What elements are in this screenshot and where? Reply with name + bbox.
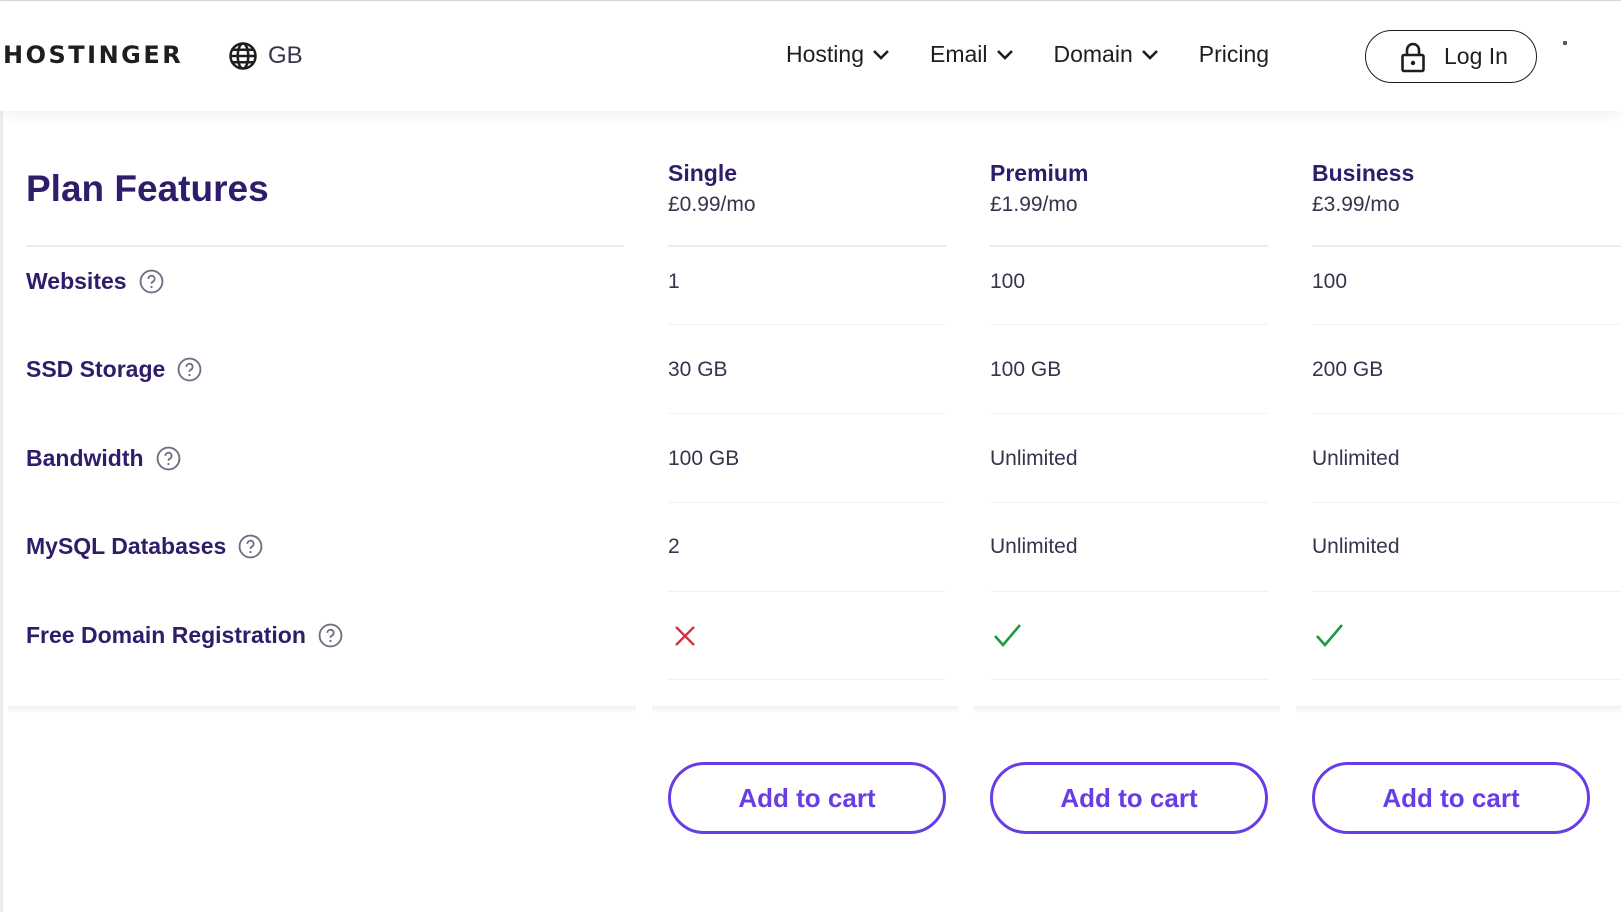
- nav-domain[interactable]: Domain: [1054, 41, 1159, 68]
- row-divider: [668, 591, 946, 592]
- add-to-cart-premium-button[interactable]: Add to cart: [990, 762, 1268, 834]
- nav-hosting-label: Hosting: [786, 41, 864, 67]
- cell-value: 100: [1312, 270, 1348, 293]
- chevron-down-icon: [873, 49, 889, 60]
- row-divider: [990, 502, 1268, 503]
- row-divider: [1312, 591, 1621, 592]
- plan-price: £1.99/mo: [990, 193, 1078, 216]
- login-label: Log In: [1444, 43, 1508, 69]
- hostinger-logo[interactable]: HOSTINGER: [3, 41, 183, 69]
- cell-value: 30 GB: [668, 358, 728, 381]
- chevron-down-icon: [996, 49, 1013, 60]
- row-divider: [990, 324, 1268, 325]
- plan-name: Single: [668, 160, 738, 186]
- nav-email-label: Email: [929, 41, 988, 67]
- footer-separator: [8, 706, 636, 714]
- nav-pricing[interactable]: Pricing: [1199, 41, 1269, 68]
- feature-row-bandwidth: Bandwidth: [26, 445, 181, 472]
- row-divider: [668, 413, 946, 414]
- row-divider: [1312, 679, 1621, 680]
- row-divider: [990, 413, 1268, 414]
- feature-label: Websites: [26, 268, 127, 294]
- check-icon: [994, 624, 1021, 647]
- plan-name: Premium: [990, 160, 1089, 186]
- site-header: HOSTINGER GB Hosting Email Domain Pricin…: [0, 1, 1621, 111]
- cell-value: 200 GB: [1312, 358, 1384, 381]
- add-to-cart-business-button[interactable]: Add to cart: [1312, 762, 1590, 834]
- row-divider: [668, 679, 946, 680]
- plan-header-premium: Premium £1.99/mo: [990, 160, 1088, 217]
- locale-selector[interactable]: GB: [228, 41, 303, 71]
- footer-separator: [974, 706, 1280, 714]
- login-button[interactable]: Log In: [1365, 30, 1537, 83]
- row-divider: [668, 502, 946, 503]
- cell-value: Unlimited: [1312, 535, 1400, 558]
- add-to-cart-single-button[interactable]: Add to cart: [668, 762, 946, 834]
- feature-label: Free Domain Registration: [26, 622, 306, 648]
- cell-value: 100 GB: [990, 358, 1062, 381]
- row-divider: [990, 679, 1268, 680]
- row-divider: [1312, 324, 1621, 325]
- feature-row-ssd-storage: SSD Storage: [26, 356, 202, 383]
- row-divider: [990, 591, 1268, 592]
- lock-icon: [1401, 42, 1425, 72]
- row-divider: [1312, 413, 1621, 414]
- plan-price: £0.99/mo: [668, 193, 756, 216]
- footer-separator: [1296, 706, 1621, 714]
- chevron-down-icon: [1141, 49, 1158, 60]
- plan-header-business: Business £3.99/mo: [1312, 160, 1414, 217]
- help-icon[interactable]: [318, 623, 343, 648]
- cropped-nav-element: [1563, 41, 1567, 45]
- cell-value: 100: [990, 270, 1026, 293]
- help-icon[interactable]: [238, 534, 263, 559]
- plan-features-title: Plan Features: [26, 168, 269, 209]
- cell-value: 2: [668, 535, 680, 558]
- section-left-border: [0, 111, 3, 912]
- footer-separator: [652, 706, 958, 714]
- cross-icon: [675, 626, 695, 646]
- locale-label: GB: [268, 42, 303, 69]
- main-nav: Hosting Email Domain Pricing: [786, 41, 1269, 68]
- row-divider: [668, 324, 946, 325]
- nav-pricing-label: Pricing: [1198, 41, 1270, 67]
- nav-email[interactable]: Email: [930, 41, 1014, 68]
- cell-value: Unlimited: [990, 535, 1078, 558]
- cell-value: 1: [668, 270, 680, 293]
- plan-name: Business: [1312, 160, 1415, 186]
- feature-row-websites: Websites: [26, 268, 164, 295]
- header-divider: [990, 245, 1268, 247]
- feature-label: Bandwidth: [26, 445, 144, 471]
- feature-row-free-domain-registration: Free Domain Registration: [26, 622, 343, 649]
- plan-price: £3.99/mo: [1312, 193, 1400, 216]
- globe-icon: [229, 42, 257, 70]
- header-divider: [1312, 245, 1621, 247]
- header-divider: [668, 245, 946, 247]
- check-icon: [1316, 624, 1343, 647]
- nav-hosting[interactable]: Hosting: [786, 41, 890, 68]
- header-divider: [26, 245, 624, 247]
- nav-domain-label: Domain: [1053, 41, 1133, 67]
- help-icon[interactable]: [139, 269, 164, 294]
- row-divider: [1312, 502, 1621, 503]
- help-icon[interactable]: [177, 357, 202, 382]
- feature-label: MySQL Databases: [26, 533, 227, 559]
- feature-label: SSD Storage: [26, 356, 166, 382]
- cell-value: Unlimited: [990, 447, 1078, 470]
- help-icon[interactable]: [156, 446, 181, 471]
- feature-row-mysql-databases: MySQL Databases: [26, 533, 263, 560]
- plan-header-single: Single £0.99/mo: [668, 160, 756, 217]
- cell-value: 100 GB: [668, 447, 740, 470]
- cell-value: Unlimited: [1312, 447, 1400, 470]
